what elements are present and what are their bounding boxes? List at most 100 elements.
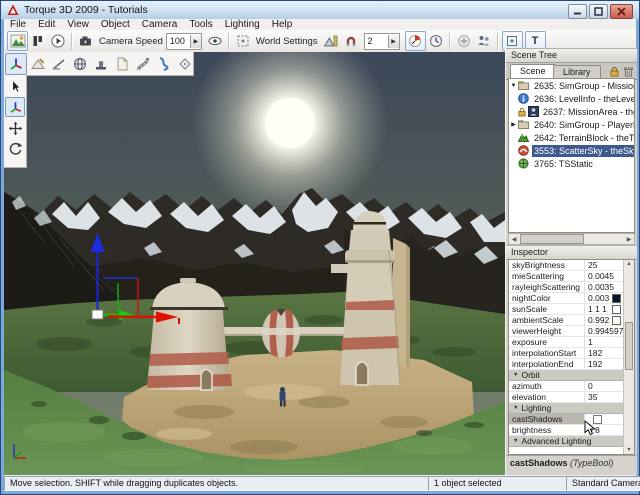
- inspector-row[interactable]: elevation 35: [509, 392, 623, 403]
- camera-speed-spinner[interactable]: 100 ▶: [165, 32, 202, 50]
- road-tool[interactable]: [133, 54, 153, 74]
- layout-button[interactable]: [28, 31, 48, 51]
- snap-size-spinner[interactable]: 2 ▶: [363, 32, 400, 50]
- visibility-button[interactable]: [205, 31, 225, 51]
- inspector-row[interactable]: skyBrightness 25: [509, 260, 623, 271]
- dome-building: [147, 278, 232, 391]
- maximize-button[interactable]: [589, 4, 608, 19]
- group-collapse-icon[interactable]: ▼: [513, 438, 518, 444]
- inspector-row[interactable]: ambientScale 0.992: [509, 315, 623, 326]
- scroll-down-icon[interactable]: ▼: [624, 447, 634, 453]
- terrain-slope-tool[interactable]: [49, 54, 69, 74]
- stamp-tool[interactable]: [91, 54, 111, 74]
- trash-icon[interactable]: [623, 66, 634, 77]
- gizmo-origin-handle[interactable]: [91, 309, 104, 320]
- magnet-icon: [346, 36, 355, 47]
- menu-lighting[interactable]: Lighting: [219, 19, 266, 30]
- scroll-thumb[interactable]: [625, 322, 633, 370]
- tree-item-missionarea[interactable]: 2637: MissionArea - theMis: [509, 105, 634, 118]
- tree-item-tsstatic[interactable]: 3765: TSStatic: [509, 157, 634, 170]
- group-collapse-icon[interactable]: ▼: [513, 372, 518, 378]
- scroll-thumb[interactable]: [520, 234, 584, 244]
- menu-tools[interactable]: Tools: [183, 19, 218, 30]
- color-swatch[interactable]: [612, 305, 621, 314]
- players-button[interactable]: [474, 31, 494, 51]
- terrain-painter-tool[interactable]: [70, 54, 90, 74]
- add-object-button[interactable]: [454, 31, 474, 51]
- inspector-row[interactable]: mieScattering 0.0045: [509, 271, 623, 282]
- menu-edit[interactable]: Edit: [32, 19, 61, 30]
- gizmo-toolbar: [4, 75, 27, 168]
- inspector-row[interactable]: nightColor 0.003: [509, 293, 623, 304]
- status-message: Move selection. SHIFT while dragging dup…: [4, 476, 433, 491]
- frame-selection-button[interactable]: [233, 31, 253, 51]
- snap-size-dropdown-icon[interactable]: ▶: [387, 34, 399, 48]
- terrain-editor-tool[interactable]: [28, 54, 48, 74]
- scroll-right-icon[interactable]: ▶: [624, 236, 634, 243]
- scene-editor-button[interactable]: [7, 31, 28, 51]
- inspector-row-castshadows[interactable]: castShadows: [509, 414, 623, 425]
- mouse-cursor-icon: [584, 420, 597, 436]
- snap-toggle-button[interactable]: [341, 31, 361, 51]
- play-button[interactable]: [48, 31, 68, 51]
- inspector-row[interactable]: interpolationStart 182: [509, 348, 623, 359]
- scroll-left-icon[interactable]: ◀: [509, 236, 519, 243]
- frame-icon: [237, 35, 249, 47]
- inspector-group-orbit[interactable]: ▼ Orbit: [509, 370, 623, 381]
- clock-icon: [429, 35, 442, 47]
- camera-speed-dropdown-icon[interactable]: ▶: [189, 34, 201, 48]
- collapse-arrow-icon[interactable]: ▶: [509, 121, 518, 128]
- sun-gauge-button[interactable]: [404, 31, 426, 51]
- lock-icon[interactable]: [609, 66, 620, 77]
- time-button[interactable]: [426, 31, 446, 51]
- river-tool[interactable]: [154, 54, 174, 74]
- camera-menu-button[interactable]: [76, 31, 96, 51]
- toolbar-separator: [227, 32, 230, 50]
- menu-file[interactable]: File: [4, 19, 32, 30]
- hint-property-type: (TypeBool): [570, 458, 614, 468]
- inspector-row[interactable]: brightness 0.8: [509, 425, 623, 436]
- gauge-icon: [409, 35, 422, 47]
- decal-tool[interactable]: [112, 54, 132, 74]
- color-swatch[interactable]: [612, 294, 621, 303]
- inspector-row[interactable]: viewerHeight 0.994597: [509, 326, 623, 337]
- menu-help[interactable]: Help: [266, 19, 299, 30]
- inspector-group-advanced-lighting[interactable]: ▼ Advanced Lighting: [509, 436, 623, 447]
- toolbar-separator: [448, 32, 451, 50]
- titlebar[interactable]: Torque 3D 2009 - Tutorials: [1, 1, 639, 20]
- folder-icon: [518, 81, 529, 90]
- 3d-viewport[interactable]: [4, 52, 505, 475]
- menu-object[interactable]: Object: [95, 19, 136, 30]
- close-button[interactable]: [610, 4, 633, 19]
- inspector-vertical-scrollbar[interactable]: ▲ ▼: [623, 260, 634, 454]
- scroll-up-icon[interactable]: ▲: [624, 261, 634, 267]
- status-bar: Move selection. SHIFT while dragging dup…: [4, 475, 640, 491]
- object-editor-tool[interactable]: [5, 52, 27, 75]
- group-collapse-icon[interactable]: ▼: [513, 405, 518, 411]
- inspector-row[interactable]: rayleighScattering 0.0035: [509, 282, 623, 293]
- menu-view[interactable]: View: [61, 19, 95, 30]
- inspector-row[interactable]: interpolationEnd 192: [509, 359, 623, 370]
- tree-item-levelinfo[interactable]: 2636: LevelInfo - theLevelInfo: [509, 92, 634, 105]
- pan-tool[interactable]: [6, 119, 24, 137]
- inspector-row[interactable]: azimuth 0: [509, 381, 623, 392]
- expand-arrow-icon[interactable]: ▼: [509, 83, 518, 89]
- inspector-row[interactable]: sunScale 1 1 1: [509, 304, 623, 315]
- minimize-icon: [574, 12, 581, 15]
- tree-item-terrainblock[interactable]: 2642: TerrainBlock - theTerrain: [509, 131, 634, 144]
- color-swatch[interactable]: [612, 316, 621, 325]
- terrain-snap-button[interactable]: [321, 31, 341, 51]
- inspector-row[interactable]: exposure 1: [509, 337, 623, 348]
- tree-item-scattersky[interactable]: 3553: ScatterSky - theSky: [509, 144, 634, 157]
- slope-icon: [52, 58, 65, 70]
- select-tool[interactable]: [6, 77, 24, 95]
- inspector-group-lighting[interactable]: ▼ Lighting: [509, 403, 623, 414]
- mesh-road-tool[interactable]: [175, 54, 195, 74]
- menu-camera[interactable]: Camera: [136, 19, 184, 30]
- move-tool[interactable]: [5, 97, 25, 117]
- tree-horizontal-scrollbar[interactable]: ◀ ▶: [508, 233, 635, 245]
- minimize-button[interactable]: [568, 4, 587, 19]
- tree-item-playerdrop[interactable]: ▶ 2640: SimGroup - PlayerDropP: [509, 118, 634, 131]
- rotate-tool[interactable]: [6, 139, 24, 157]
- tree-item-missiongroup[interactable]: ▼ 2635: SimGroup - MissionGroup: [509, 79, 634, 92]
